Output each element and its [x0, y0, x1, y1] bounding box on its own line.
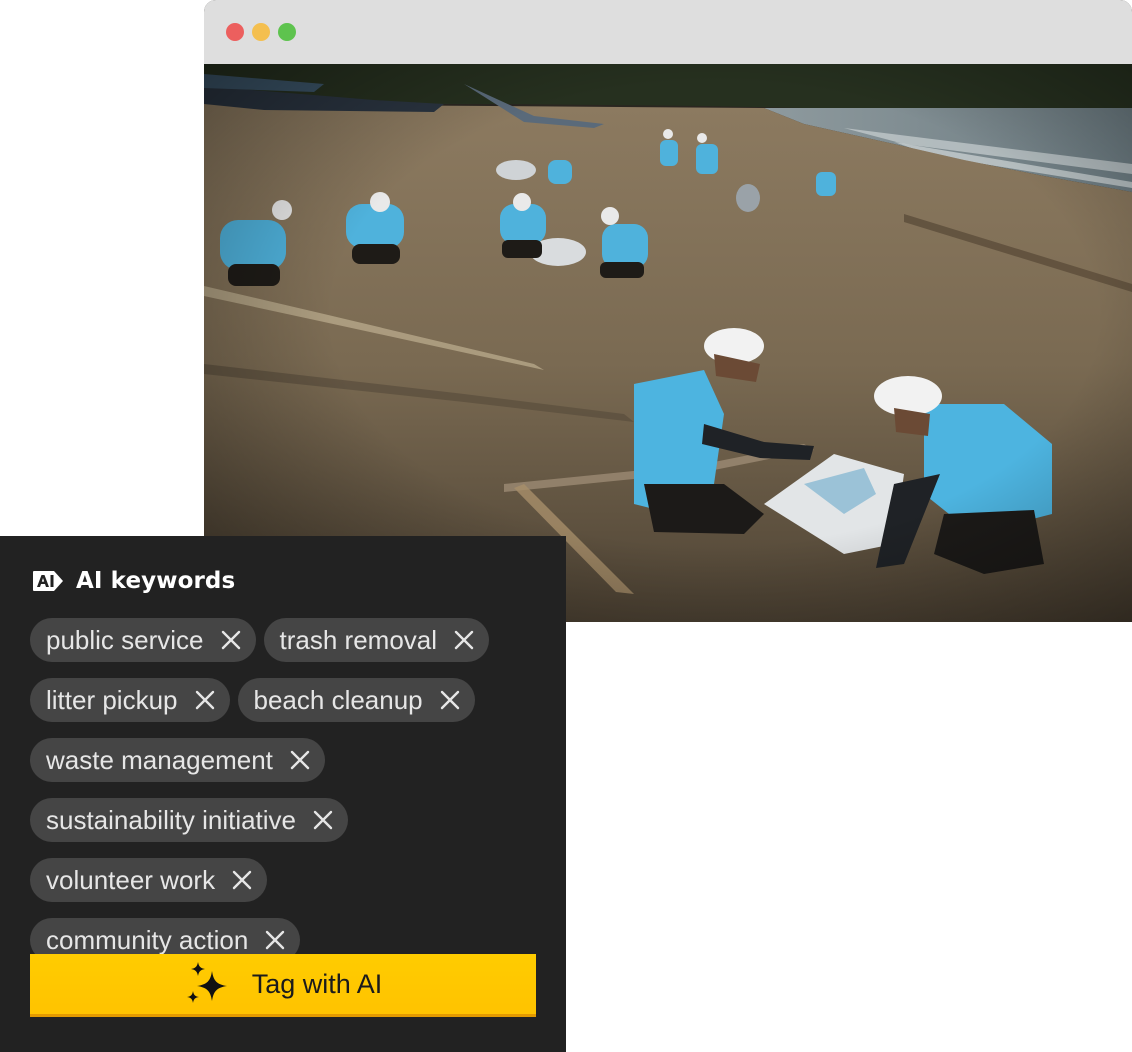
close-icon[interactable]: [220, 629, 242, 651]
keyword-chip: beach cleanup: [237, 678, 475, 722]
ai-keywords-panel: AI keywords public service trash removal…: [0, 536, 566, 1052]
keyword-label: litter pickup: [46, 684, 178, 715]
keyword-label: sustainability initiative: [46, 804, 297, 835]
close-icon[interactable]: [289, 749, 311, 771]
panel-title: AI keywords: [76, 568, 236, 594]
close-icon[interactable]: [194, 689, 216, 711]
minimize-window-button[interactable]: [252, 23, 270, 41]
keyword-label: community action: [46, 924, 249, 955]
keyword-label: beach cleanup: [253, 684, 423, 715]
tag-with-ai-label: Tag with AI: [251, 968, 383, 999]
keyword-label: volunteer work: [46, 864, 216, 895]
stage: AI keywords public service trash removal…: [0, 0, 1132, 1052]
close-icon[interactable]: [439, 689, 461, 711]
keyword-chip: volunteer work: [30, 858, 268, 902]
keyword-chip: waste management: [30, 738, 325, 782]
browser-window: [204, 0, 1132, 622]
keyword-label: waste management: [46, 744, 273, 775]
keyword-label: trash removal: [279, 624, 438, 655]
close-icon[interactable]: [231, 869, 253, 891]
close-window-button[interactable]: [226, 23, 244, 41]
close-icon[interactable]: [312, 809, 334, 831]
keyword-chip: public service: [30, 618, 256, 662]
keyword-chip: sustainability initiative: [30, 798, 349, 842]
close-icon[interactable]: [453, 629, 475, 651]
keyword-label: public service: [46, 624, 204, 655]
panel-header: AI keywords: [32, 566, 235, 596]
keyword-chip: litter pickup: [30, 678, 230, 722]
keyword-chip-list: public service trash removal litter pick…: [30, 618, 550, 962]
tag-with-ai-button[interactable]: Tag with AI: [30, 954, 536, 1017]
ai-badge-icon: [33, 571, 63, 591]
sparkle-icon: [186, 962, 227, 1003]
keyword-chip: trash removal: [263, 618, 490, 662]
window-titlebar: [204, 0, 1132, 64]
close-icon[interactable]: [264, 929, 286, 951]
maximize-window-button[interactable]: [278, 23, 296, 41]
